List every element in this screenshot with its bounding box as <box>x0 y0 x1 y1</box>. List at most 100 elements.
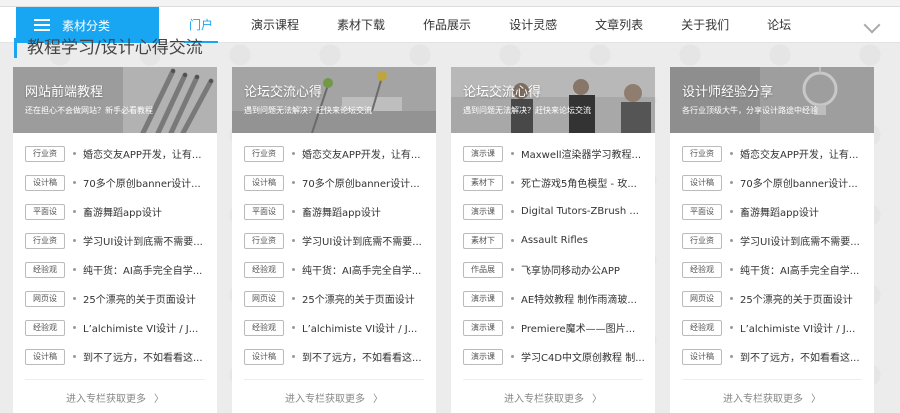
category-tag[interactable]: 演示课 <box>463 290 503 307</box>
list-item[interactable]: 行业资 学习UI设计到底需不需要... <box>670 226 874 255</box>
category-tag[interactable]: 网页设 <box>25 290 65 307</box>
article-title[interactable]: 婚恋交友APP开发，让有... <box>740 146 868 161</box>
list-item[interactable]: 设计稿 70多个原创banner设计... <box>232 168 436 197</box>
category-tag[interactable]: 演示课 <box>463 348 503 365</box>
card-banner[interactable]: 论坛交流心得 遇到问题无法解决？赶快来论坛交流 <box>232 67 436 133</box>
list-item[interactable]: 作品展 飞享协同移动办公APP <box>451 255 655 284</box>
article-title[interactable]: 学习UI设计到底需不需要... <box>302 233 430 248</box>
list-item[interactable]: 素材下 Assault Rifles <box>451 226 655 255</box>
list-item[interactable]: 网页设 25个漂亮的关于页面设计 <box>670 284 874 313</box>
category-tag[interactable]: 演示课 <box>463 203 503 220</box>
category-tag[interactable]: 演示课 <box>463 145 503 162</box>
list-item[interactable]: 行业资 学习UI设计到底需不需要... <box>13 226 217 255</box>
category-tag[interactable]: 设计稿 <box>244 174 284 191</box>
category-tag[interactable]: 行业资 <box>682 232 722 249</box>
category-tag[interactable]: 经验观 <box>682 319 722 336</box>
nav-item-asset-download[interactable]: 素材下载 <box>318 7 404 43</box>
list-item[interactable]: 行业资 婚恋交友APP开发，让有... <box>670 139 874 168</box>
article-title[interactable]: Maxwell渲染器学习教程... <box>521 146 649 161</box>
article-title[interactable]: 畜游舞蹈app设计 <box>83 204 211 219</box>
category-tag[interactable]: 演示课 <box>463 319 503 336</box>
article-title[interactable]: Assault Rifles <box>521 235 649 246</box>
nav-item-forum[interactable]: 论坛 <box>748 7 810 43</box>
article-title[interactable]: 70多个原创banner设计... <box>302 175 430 190</box>
nav-item-inspiration[interactable]: 设计灵感 <box>490 7 576 43</box>
article-title[interactable]: 25个漂亮的关于页面设计 <box>740 291 868 306</box>
article-title[interactable]: 70多个原创banner设计... <box>740 175 868 190</box>
list-item[interactable]: 设计稿 到不了远方，不如看看这... <box>13 342 217 371</box>
article-title[interactable]: Digital Tutors-ZBrush ... <box>521 206 649 217</box>
category-tag[interactable]: 经验观 <box>25 261 65 278</box>
category-tag[interactable]: 作品展 <box>463 261 503 278</box>
category-tag[interactable]: 经验观 <box>682 261 722 278</box>
list-item[interactable]: 设计稿 70多个原创banner设计... <box>13 168 217 197</box>
article-title[interactable]: 到不了远方，不如看看这... <box>740 349 868 364</box>
category-tag[interactable]: 网页设 <box>244 290 284 307</box>
article-title[interactable]: 到不了远方，不如看看这... <box>83 349 211 364</box>
category-tag[interactable]: 经验观 <box>25 319 65 336</box>
list-item[interactable]: 经验观 纯干货：AI高手完全自学... <box>232 255 436 284</box>
article-title[interactable]: 学习UI设计到底需不需要... <box>740 233 868 248</box>
list-item[interactable]: 设计稿 70多个原创banner设计... <box>670 168 874 197</box>
article-title[interactable]: 飞享协同移动办公APP <box>521 262 649 277</box>
more-link[interactable]: 进入专栏获取更多〉 <box>232 390 436 405</box>
article-title[interactable]: 纯干货：AI高手完全自学... <box>302 262 430 277</box>
chevron-down-icon[interactable] <box>863 16 881 34</box>
category-tag[interactable]: 平面设 <box>682 203 722 220</box>
list-item[interactable]: 行业资 学习UI设计到底需不需要... <box>232 226 436 255</box>
nav-item-works[interactable]: 作品展示 <box>404 7 490 43</box>
category-tag[interactable]: 设计稿 <box>682 348 722 365</box>
more-link[interactable]: 进入专栏获取更多〉 <box>670 390 874 405</box>
category-tag[interactable]: 平面设 <box>25 203 65 220</box>
list-item[interactable]: 经验观 纯干货：AI高手完全自学... <box>13 255 217 284</box>
category-tag[interactable]: 行业资 <box>244 232 284 249</box>
category-tag[interactable]: 设计稿 <box>682 174 722 191</box>
nav-item-articles[interactable]: 文章列表 <box>576 7 662 43</box>
article-title[interactable]: L’alchimiste VI设计 / J... <box>302 320 430 335</box>
category-tag[interactable]: 行业资 <box>25 232 65 249</box>
article-title[interactable]: 死亡游戏5角色模型 - 玫... <box>521 175 649 190</box>
article-title[interactable]: 学习UI设计到底需不需要... <box>83 233 211 248</box>
list-item[interactable]: 平面设 畜游舞蹈app设计 <box>670 197 874 226</box>
list-item[interactable]: 设计稿 到不了远方，不如看看这... <box>670 342 874 371</box>
list-item[interactable]: 经验观 L’alchimiste VI设计 / J... <box>13 313 217 342</box>
article-title[interactable]: 纯干货：AI高手完全自学... <box>83 262 211 277</box>
article-title[interactable]: 学习C4D中文原创教程 制... <box>521 349 649 364</box>
category-tag[interactable]: 素材下 <box>463 232 503 249</box>
list-item[interactable]: 行业资 婚恋交友APP开发，让有... <box>232 139 436 168</box>
list-item[interactable]: 素材下 死亡游戏5角色模型 - 玫... <box>451 168 655 197</box>
article-title[interactable]: 到不了远方，不如看看这... <box>302 349 430 364</box>
list-item[interactable]: 经验观 L’alchimiste VI设计 / J... <box>232 313 436 342</box>
category-tag[interactable]: 网页设 <box>682 290 722 307</box>
category-tag[interactable]: 行业资 <box>25 145 65 162</box>
list-item[interactable]: 经验观 纯干货：AI高手完全自学... <box>670 255 874 284</box>
category-tag[interactable]: 设计稿 <box>244 348 284 365</box>
article-title[interactable]: AE特效教程 制作雨滴玻... <box>521 291 649 306</box>
more-link[interactable]: 进入专栏获取更多〉 <box>451 390 655 405</box>
list-item[interactable]: 行业资 婚恋交友APP开发，让有... <box>13 139 217 168</box>
more-link[interactable]: 进入专栏获取更多〉 <box>13 390 217 405</box>
article-title[interactable]: 纯干货：AI高手完全自学... <box>740 262 868 277</box>
article-title[interactable]: 70多个原创banner设计... <box>83 175 211 190</box>
list-item[interactable]: 演示课 Maxwell渲染器学习教程... <box>451 139 655 168</box>
list-item[interactable]: 演示课 学习C4D中文原创教程 制... <box>451 342 655 371</box>
list-item[interactable]: 网页设 25个漂亮的关于页面设计 <box>232 284 436 313</box>
article-title[interactable]: Premiere魔术——图片... <box>521 320 649 335</box>
article-title[interactable]: 畜游舞蹈app设计 <box>740 204 868 219</box>
category-tag[interactable]: 经验观 <box>244 319 284 336</box>
list-item[interactable]: 演示课 Premiere魔术——图片... <box>451 313 655 342</box>
category-tag[interactable]: 设计稿 <box>25 174 65 191</box>
category-tag[interactable]: 行业资 <box>682 145 722 162</box>
list-item[interactable]: 设计稿 到不了远方，不如看看这... <box>232 342 436 371</box>
nav-item-demo-courses[interactable]: 演示课程 <box>232 7 318 43</box>
list-item[interactable]: 演示课 Digital Tutors-ZBrush ... <box>451 197 655 226</box>
list-item[interactable]: 平面设 畜游舞蹈app设计 <box>232 197 436 226</box>
list-item[interactable]: 平面设 畜游舞蹈app设计 <box>13 197 217 226</box>
category-tag[interactable]: 行业资 <box>244 145 284 162</box>
article-title[interactable]: L’alchimiste VI设计 / J... <box>83 320 211 335</box>
category-tag[interactable]: 经验观 <box>244 261 284 278</box>
category-tag[interactable]: 设计稿 <box>25 348 65 365</box>
article-title[interactable]: L’alchimiste VI设计 / J... <box>740 320 868 335</box>
category-tag[interactable]: 平面设 <box>244 203 284 220</box>
article-title[interactable]: 25个漂亮的关于页面设计 <box>302 291 430 306</box>
